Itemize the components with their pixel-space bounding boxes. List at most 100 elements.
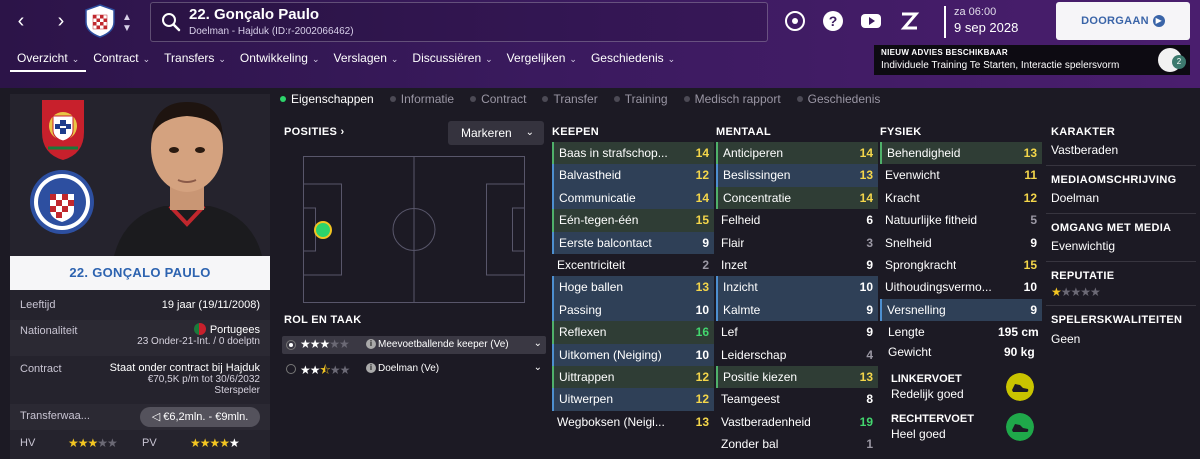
transfer-value-pill[interactable]: ◁ €6,2mln. - €9mln. [140, 407, 260, 427]
tab-eigenschappen[interactable]: Eigenschappen [280, 92, 390, 110]
search-icon[interactable] [161, 12, 181, 32]
attribute-row[interactable]: Eerste balcontact 9 [552, 231, 714, 254]
attribute-row[interactable]: Passing 10 [552, 298, 714, 322]
attribute-row[interactable]: Natuurlijke fitheid 5 [880, 209, 1042, 231]
attribute-row[interactable]: Kalmte 9 [716, 298, 878, 322]
portugal-crest-icon[interactable] [38, 98, 88, 162]
nationality-row: Nationaliteit Portugees 23 Onder-21-Int.… [10, 320, 270, 356]
attribute-row[interactable]: Uithoudingsvermo... 10 [880, 276, 1042, 298]
hajduk-crest-icon[interactable] [28, 166, 96, 236]
player-search-box[interactable]: 22. Gonçalo Paulo Doelman - Hajduk (ID:r… [150, 2, 768, 42]
attribute-row[interactable]: Lef 9 [716, 321, 878, 343]
info-icon[interactable]: i [366, 339, 376, 349]
chevron-down-icon: ⌄ [667, 54, 676, 64]
position-pitch[interactable] [303, 156, 525, 303]
attribute-row[interactable]: Concentratie 14 [716, 186, 878, 210]
attribute-row[interactable]: Leiderschap 4 [716, 344, 878, 366]
length-label: Lengte [888, 325, 925, 339]
attribute-row[interactable]: Inzicht 10 [716, 276, 878, 299]
right-foot-value: Heel goed [891, 427, 946, 441]
attribute-row[interactable]: Uitkomen (Neiging) 10 [552, 343, 714, 366]
tab-transfer[interactable]: Transfer [542, 92, 613, 110]
attribute-row[interactable]: Versnelling 9 [880, 298, 1042, 322]
help-icon[interactable]: ? [820, 8, 846, 34]
nationality-value-block[interactable]: Portugees 23 Onder-21-Int. / 0 doelptn [137, 323, 260, 347]
attribute-row[interactable]: Snelheid 9 [880, 232, 1042, 254]
role-stars: ★★⯪★★ [300, 363, 350, 377]
back-arrow-icon[interactable]: ‹ [8, 8, 34, 34]
attribute-value: 12 [695, 369, 709, 384]
positions-title-text: POSITIES [284, 126, 338, 138]
attribute-row[interactable]: Positie kiezen 13 [716, 365, 878, 389]
attribute-row[interactable]: Sprongkracht 15 [880, 254, 1042, 276]
media-handling-label: OMGANG MET MEDIA [1051, 222, 1172, 234]
attribute-value: 12 [1023, 190, 1037, 205]
attribute-row[interactable]: Baas in strafschop... 14 [552, 142, 714, 165]
attribute-value: 16 [695, 325, 709, 340]
potential-ability-label: PV [142, 437, 157, 449]
attribute-row[interactable]: Excentriciteit 2 [552, 254, 714, 276]
tab-medisch-rapport[interactable]: Medisch rapport [683, 92, 797, 110]
attribute-value: 14 [859, 146, 873, 160]
attribute-row[interactable]: Kracht 12 [880, 187, 1042, 209]
tab-contract[interactable]: Contract [470, 92, 542, 110]
attribute-row[interactable]: Beslissingen 13 [716, 164, 878, 187]
attribute-row[interactable]: Eén-tegen-één 15 [552, 209, 714, 232]
z-icon[interactable] [896, 8, 922, 34]
menu-overzicht[interactable]: Overzicht ⌄ [10, 46, 87, 72]
media-description-label: MEDIAOMSCHRIJVING [1051, 174, 1177, 186]
attribute-row[interactable]: Communicatie 14 [552, 186, 714, 210]
fm-icon[interactable] [782, 8, 808, 34]
divider [1046, 305, 1196, 306]
radio-icon[interactable] [286, 340, 296, 350]
positions-title[interactable]: POSITIES › [284, 126, 344, 138]
menu-geschiedenis[interactable]: Geschiedenis ⌄ [584, 46, 682, 72]
attribute-row[interactable]: Inzet 9 [716, 254, 878, 276]
attribute-row[interactable]: Vastberadenheid 19 [716, 411, 878, 433]
tab-geschiedenis[interactable]: Geschiedenis [796, 92, 897, 110]
menu-transfers[interactable]: Transfers ⌄ [157, 46, 233, 72]
menu-vergelijken[interactable]: Vergelijken ⌄ [500, 46, 584, 72]
attribute-row[interactable]: Uittrappen 12 [552, 365, 714, 389]
attribute-row[interactable]: Wegboksen (Neigi... 13 [552, 411, 714, 433]
advice-banner[interactable]: NIEUW ADVIES BESCHIKBAAR Individuele Tra… [874, 45, 1190, 75]
menu-ontwikkeling[interactable]: Ontwikkeling ⌄ [233, 46, 327, 72]
time-label: za 06:00 [954, 6, 997, 18]
contract-label: Contract [20, 363, 62, 375]
date-block[interactable]: za 06:00 9 sep 2028 [944, 6, 1018, 38]
attribute-row[interactable]: Teamgeest 8 [716, 388, 878, 410]
club-chevron-icon[interactable]: ▲ ▼ [122, 12, 132, 34]
highlight-dropdown[interactable]: Markeren ⌄ [448, 121, 544, 145]
menu-discussieren[interactable]: Discussiëren ⌄ [405, 46, 499, 72]
attribute-name: Inzicht [723, 280, 758, 295]
chevron-down-icon: ⌄ [218, 54, 226, 64]
attribute-row[interactable]: Zonder bal 1 [716, 433, 878, 455]
radio-icon[interactable] [286, 364, 296, 374]
youtube-icon[interactable] [858, 8, 884, 34]
chevron-down-icon[interactable]: ⌄ [534, 338, 542, 349]
attribute-row[interactable]: Reflexen 16 [552, 321, 714, 344]
attribute-value: 10 [695, 302, 709, 317]
info-icon[interactable]: i [366, 363, 376, 373]
attribute-row[interactable]: Evenwicht 11 [880, 164, 1042, 186]
attribute-name: Sprongkracht [885, 257, 957, 272]
attribute-row[interactable]: Anticiperen 14 [716, 142, 878, 165]
attribute-row[interactable]: Flair 3 [716, 232, 878, 254]
mentaal-attributes: Anticiperen 14 Beslissingen 13 Concentratie 1… [716, 142, 878, 455]
menu-verslagen[interactable]: Verslagen ⌄ [327, 46, 406, 72]
karakter-value: Vastberaden [1051, 143, 1119, 157]
club-crest-icon[interactable] [84, 4, 116, 38]
tab-informatie[interactable]: Informatie [389, 92, 470, 110]
attribute-row[interactable]: Hoge ballen 13 [552, 276, 714, 299]
continue-button[interactable]: DOORGAAN ▶ [1056, 2, 1190, 40]
menu-contract[interactable]: Contract ⌄ [86, 46, 157, 72]
attribute-row[interactable]: Behendigheid 13 [880, 142, 1042, 165]
attribute-row[interactable]: Balvastheid 12 [552, 164, 714, 187]
role-row-goalkeeper[interactable]: ★★⯪★★ i Doelman (Ve) ⌄ [282, 360, 546, 378]
tab-training[interactable]: Training [613, 92, 684, 110]
role-row-sweeper-keeper[interactable]: ★★★★★ i Meevoetballende keeper (Ve) ⌄ [282, 336, 546, 354]
attribute-row[interactable]: Uitwerpen 12 [552, 388, 714, 411]
forward-arrow-icon[interactable]: › [48, 8, 74, 34]
chevron-down-icon[interactable]: ⌄ [534, 362, 542, 373]
attribute-row[interactable]: Felheid 6 [716, 209, 878, 231]
